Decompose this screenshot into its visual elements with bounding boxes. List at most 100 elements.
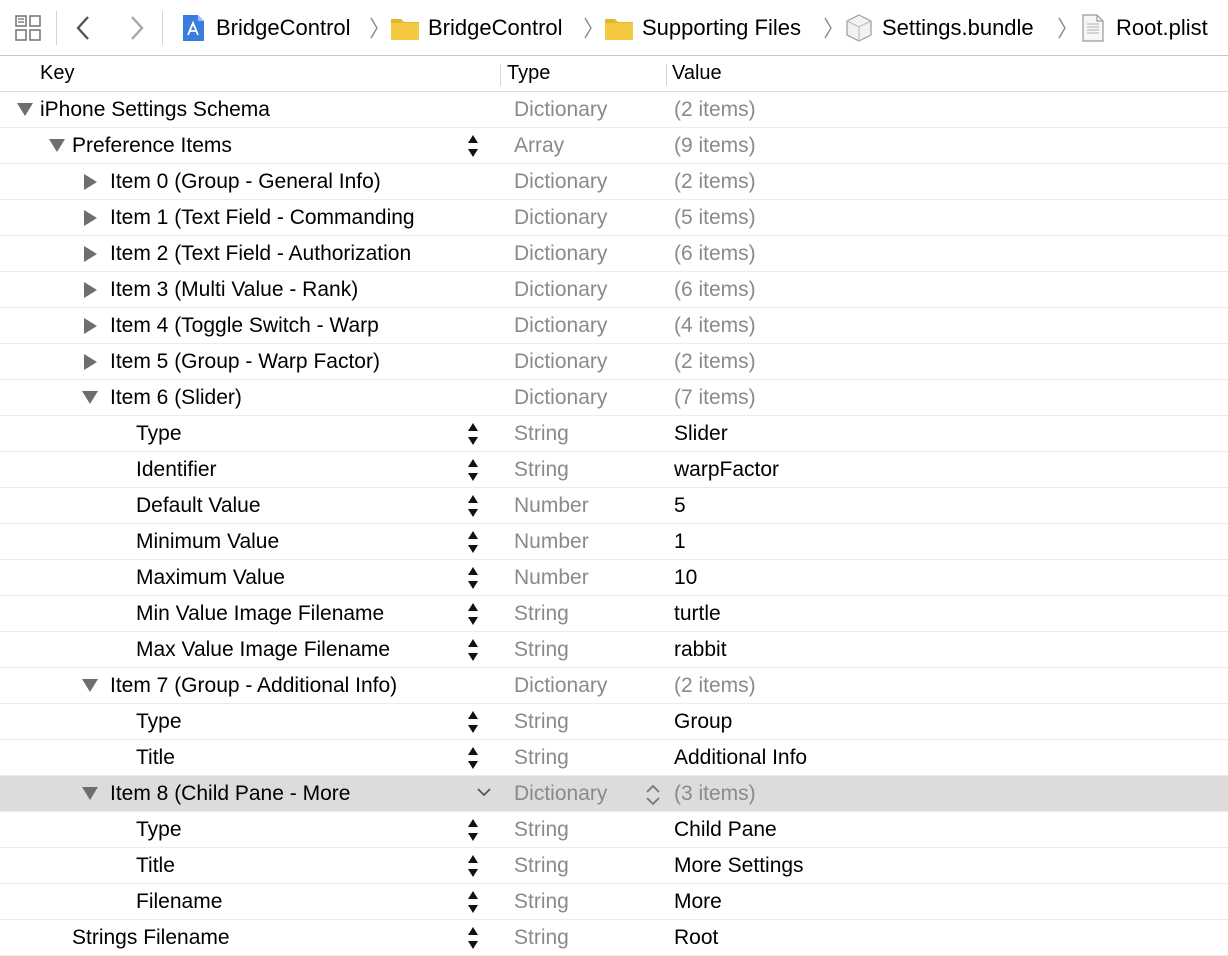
table-row[interactable]: Item 3 (Multi Value - Rank) Dictionary (… <box>0 272 1228 308</box>
column-header-key[interactable]: Key <box>40 62 74 85</box>
disclosure-triangle-icon[interactable] <box>84 174 97 190</box>
table-row[interactable]: Type String Child Pane <box>0 812 1228 848</box>
table-row[interactable]: Title String More Settings <box>0 848 1228 884</box>
sort-stepper-icon[interactable] <box>466 889 480 915</box>
sort-stepper-icon[interactable] <box>466 493 480 519</box>
table-row[interactable]: Item 2 (Text Field - Authorization Dicti… <box>0 236 1228 272</box>
breadcrumb-item-settings-bundle[interactable]: Settings.bundle <box>844 11 1034 45</box>
disclosure-triangle-icon[interactable] <box>82 391 98 404</box>
table-row[interactable]: Default Value Number 5 <box>0 488 1228 524</box>
sort-stepper-icon[interactable] <box>466 709 480 735</box>
breadcrumb-chevron-icon <box>1058 17 1066 39</box>
row-value[interactable]: turtle <box>674 602 721 626</box>
breadcrumb-label: BridgeControl <box>216 15 351 40</box>
row-key: iPhone Settings Schema <box>40 98 270 121</box>
row-value[interactable]: Child Pane <box>674 818 777 842</box>
disclosure-triangle-icon[interactable] <box>84 354 97 370</box>
related-items-icon[interactable] <box>14 14 42 42</box>
disclosure-triangle-icon[interactable] <box>84 210 97 226</box>
disclosure-triangle-icon[interactable] <box>82 679 98 692</box>
breadcrumb-item-group[interactable]: BridgeControl <box>390 11 563 45</box>
row-value[interactable]: Group <box>674 710 732 734</box>
column-divider[interactable] <box>666 64 667 86</box>
table-row[interactable]: Item 1 (Text Field - Commanding Dictiona… <box>0 200 1228 236</box>
table-row[interactable]: Minimum Value Number 1 <box>0 524 1228 560</box>
table-row-selected[interactable]: Item 8 (Child Pane - More Dictionary (3 … <box>0 776 1228 812</box>
table-row[interactable]: Strings Filename String Root <box>0 920 1228 956</box>
disclosure-triangle-icon[interactable] <box>49 139 65 152</box>
row-key: Title <box>136 746 175 769</box>
back-arrow-icon[interactable] <box>72 14 94 42</box>
disclosure-triangle-icon[interactable] <box>84 318 97 334</box>
column-header-value[interactable]: Value <box>672 62 722 85</box>
table-row[interactable]: Maximum Value Number 10 <box>0 560 1228 596</box>
row-key: Item 7 (Group - Additional Info) <box>110 674 398 697</box>
row-value[interactable]: warpFactor <box>674 458 779 482</box>
sort-stepper-icon[interactable] <box>466 133 480 159</box>
row-type: String <box>514 710 569 733</box>
sort-stepper-icon[interactable] <box>466 925 480 951</box>
row-key: Item 2 (Text Field - Authorization <box>110 242 412 265</box>
table-row[interactable]: Title String Additional Info <box>0 740 1228 776</box>
row-type: Dictionary <box>514 206 608 229</box>
table-row[interactable]: Min Value Image Filename String turtle <box>0 596 1228 632</box>
row-type: String <box>514 890 569 913</box>
sort-stepper-icon[interactable] <box>466 457 480 483</box>
sort-stepper-icon[interactable] <box>466 601 480 627</box>
row-value[interactable]: Root <box>674 926 718 950</box>
row-value: (3 items) <box>674 782 756 805</box>
row-key: Strings Filename <box>72 926 230 949</box>
chevron-down-icon[interactable] <box>476 784 492 800</box>
breadcrumb-label: BridgeControl <box>428 15 563 40</box>
table-row[interactable]: Item 0 (Group - General Info) Dictionary… <box>0 164 1228 200</box>
row-value[interactable]: 10 <box>674 566 697 590</box>
row-type: Dictionary <box>514 242 608 265</box>
table-row[interactable]: Max Value Image Filename String rabbit <box>0 632 1228 668</box>
row-type: String <box>514 602 569 625</box>
sort-stepper-icon[interactable] <box>466 853 480 879</box>
row-value[interactable]: 1 <box>674 530 686 554</box>
breadcrumb-item-root-plist[interactable]: Root.plist <box>1078 11 1208 45</box>
table-row[interactable]: Item 7 (Group - Additional Info) Diction… <box>0 668 1228 704</box>
column-divider[interactable] <box>500 64 501 86</box>
folder-icon <box>605 19 633 40</box>
row-type: String <box>514 818 569 841</box>
sort-stepper-icon[interactable] <box>466 637 480 663</box>
row-value: (5 items) <box>674 206 756 229</box>
table-row[interactable]: Filename String More <box>0 884 1228 920</box>
row-type[interactable]: Dictionary <box>514 782 607 806</box>
forward-arrow-icon[interactable] <box>126 14 148 42</box>
sort-stepper-icon[interactable] <box>466 529 480 555</box>
breadcrumb-item-supporting-files[interactable]: Supporting Files <box>604 11 801 45</box>
row-type: Dictionary <box>514 98 608 121</box>
row-value[interactable]: More Settings <box>674 854 804 878</box>
table-row[interactable]: Preference Items Array (9 items) <box>0 128 1228 164</box>
table-row[interactable]: Type String Slider <box>0 416 1228 452</box>
table-row[interactable]: Item 6 (Slider) Dictionary (7 items) <box>0 380 1228 416</box>
sort-stepper-icon[interactable] <box>466 421 480 447</box>
sort-stepper-icon[interactable] <box>466 565 480 591</box>
column-header-type[interactable]: Type <box>507 62 550 85</box>
sort-stepper-icon[interactable] <box>466 817 480 843</box>
disclosure-triangle-icon[interactable] <box>84 282 97 298</box>
table-row[interactable]: Item 5 (Group - Warp Factor) Dictionary … <box>0 344 1228 380</box>
row-value[interactable]: Additional Info <box>674 746 807 770</box>
table-row[interactable]: iPhone Settings Schema Dictionary (2 ite… <box>0 92 1228 128</box>
folder-icon <box>391 19 419 40</box>
disclosure-triangle-icon[interactable] <box>17 103 33 116</box>
row-value[interactable]: Slider <box>674 422 728 446</box>
type-popup-stepper-icon[interactable] <box>644 782 662 808</box>
disclosure-triangle-icon[interactable] <box>82 787 98 800</box>
table-row[interactable]: Type String Group <box>0 704 1228 740</box>
sort-stepper-icon[interactable] <box>466 745 480 771</box>
table-row[interactable]: Identifier String warpFactor <box>0 452 1228 488</box>
row-value[interactable]: rabbit <box>674 638 727 662</box>
row-value[interactable]: 5 <box>674 494 686 518</box>
disclosure-triangle-icon[interactable] <box>84 246 97 262</box>
jump-bar: BridgeControl BridgeControl Supporting F… <box>0 0 1228 56</box>
row-value[interactable]: More <box>674 890 722 914</box>
table-row[interactable]: Item 4 (Toggle Switch - Warp Dictionary … <box>0 308 1228 344</box>
row-key: Type <box>136 710 182 733</box>
breadcrumb-item-project[interactable]: BridgeControl <box>178 11 351 45</box>
toolbar-separator <box>56 11 57 45</box>
